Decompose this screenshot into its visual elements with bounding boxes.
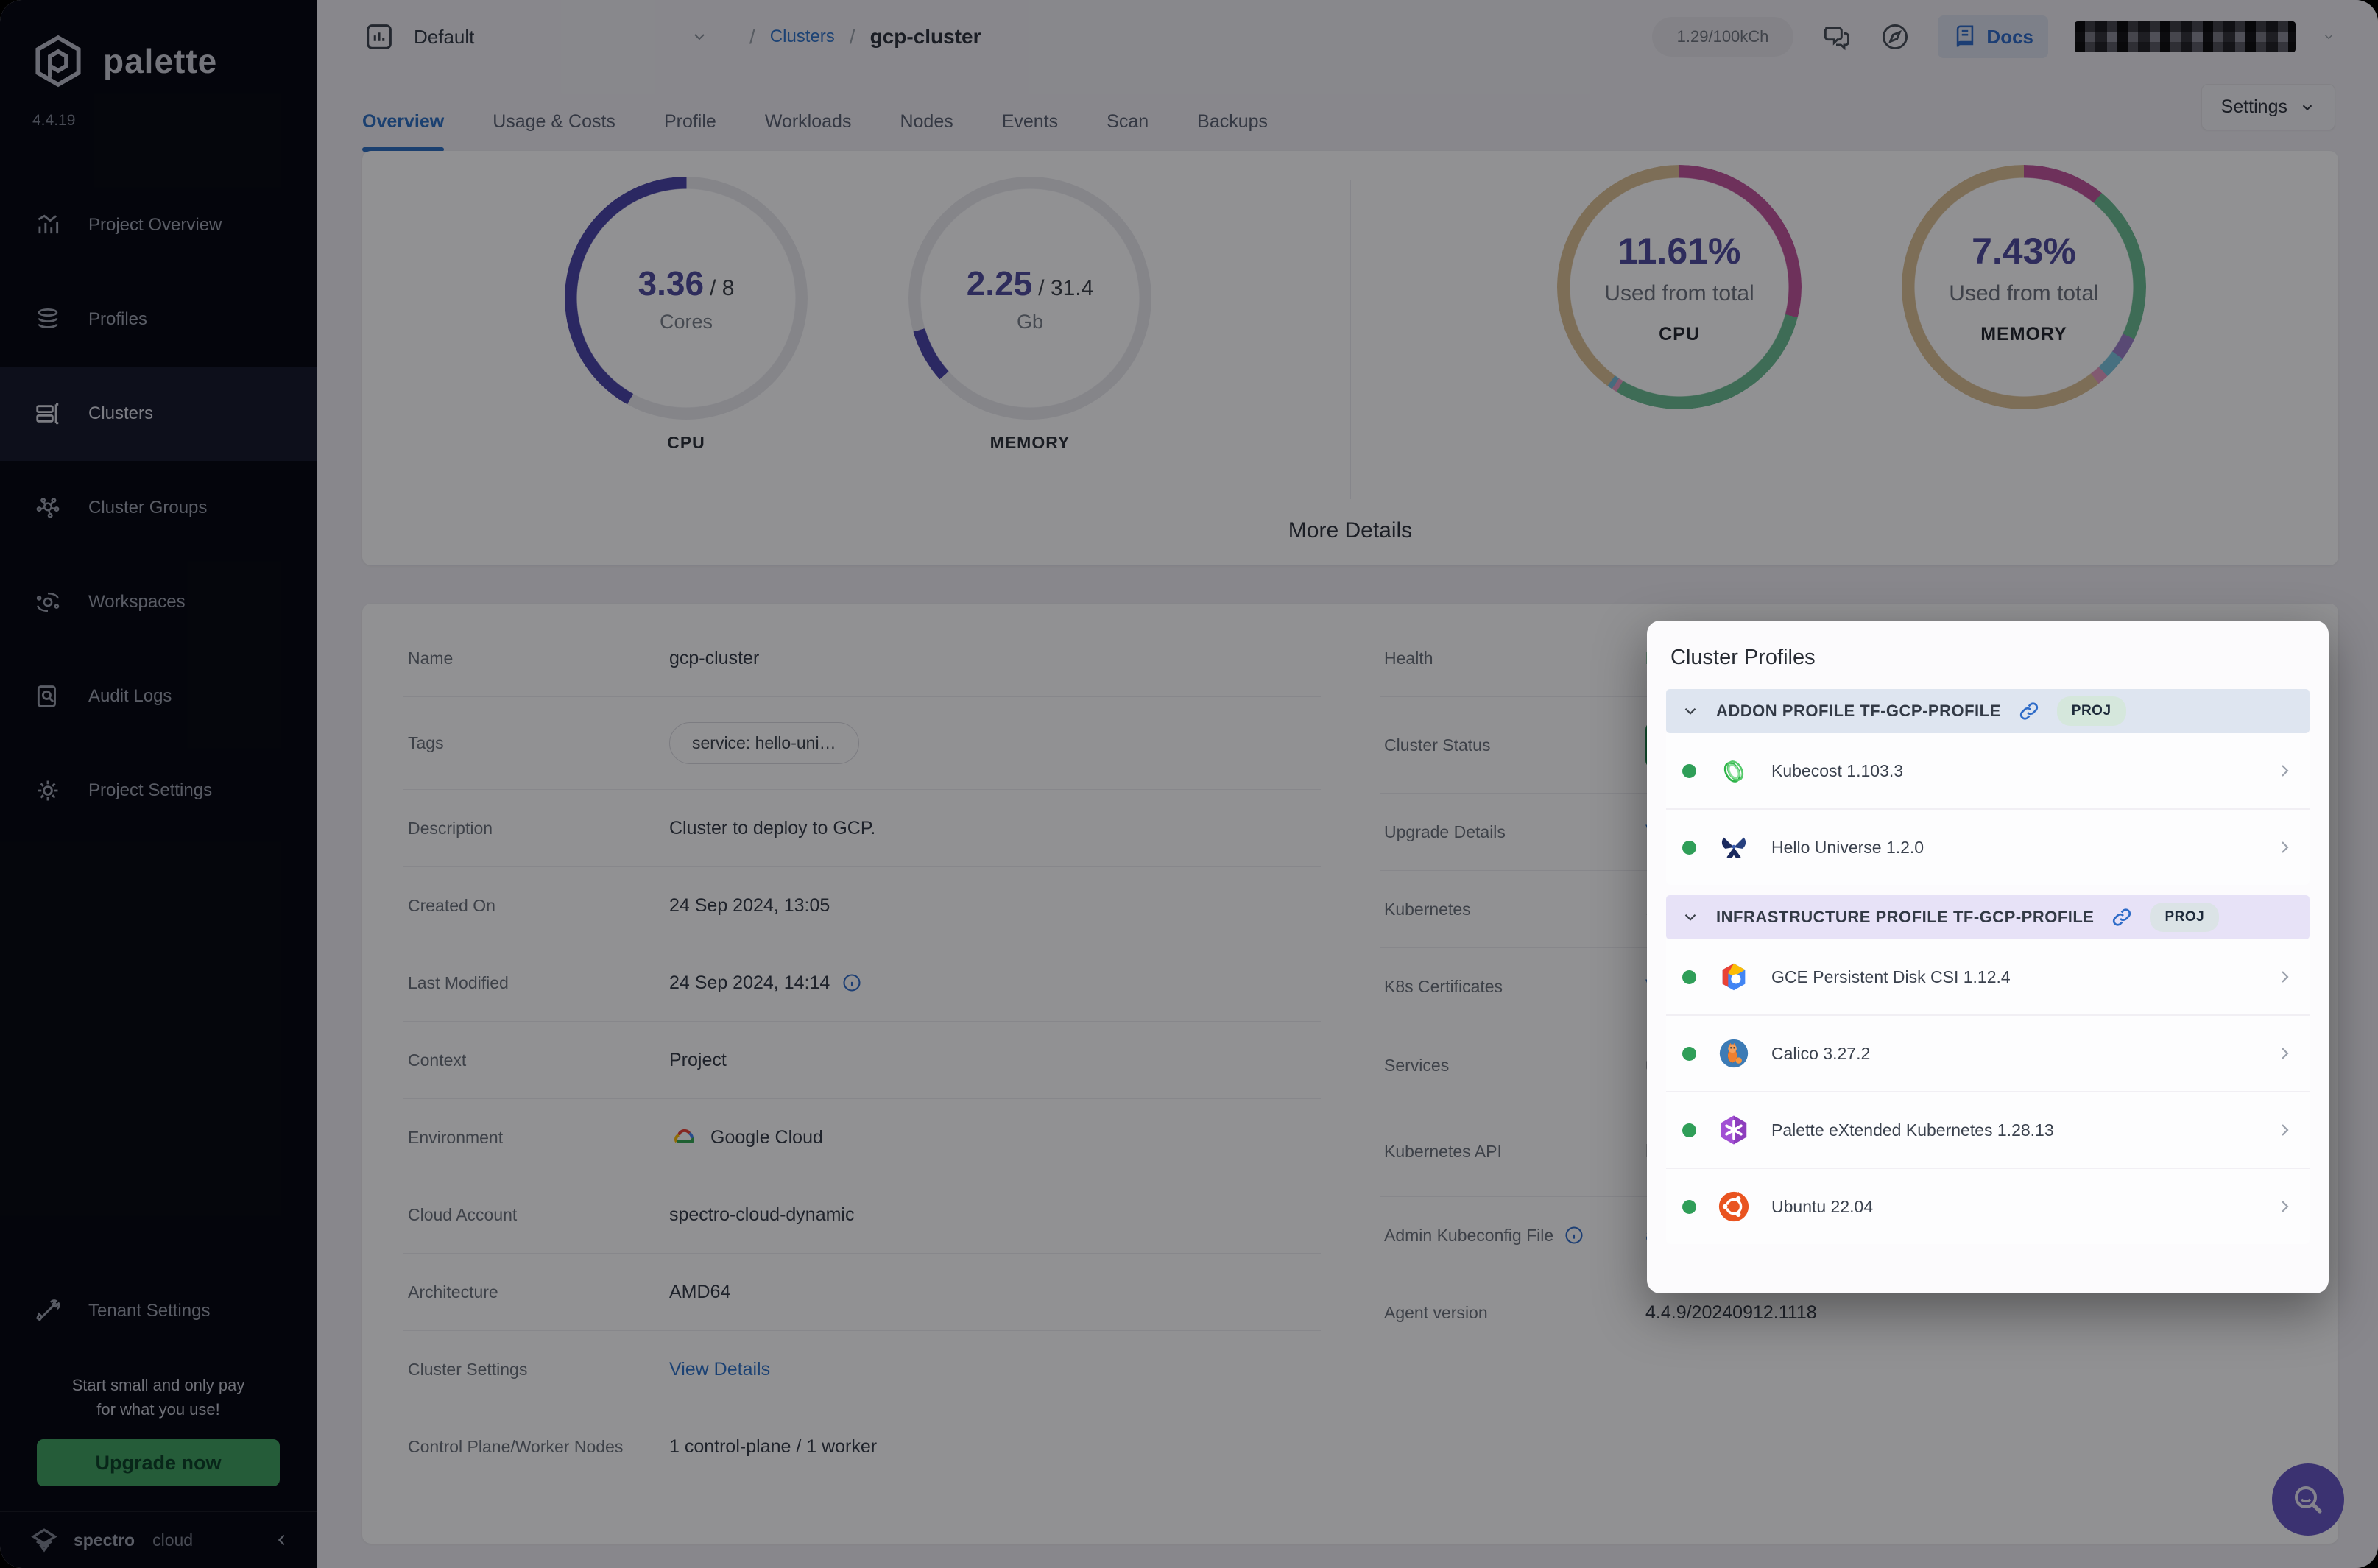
proj-badge: PROJ [2150, 903, 2220, 932]
pack-status-dot [1682, 1123, 1696, 1137]
infrastructure-profile-section: INFRASTRUCTURE PROFILE TF-GCP-PROFILE PR… [1666, 895, 2310, 1244]
addon-profile-header[interactable]: ADDON PROFILE TF-GCP-PROFILE PROJ [1666, 689, 2310, 733]
link-icon[interactable] [2017, 699, 2041, 723]
chevron-right-icon [2282, 971, 2289, 983]
ubuntu-icon [1718, 1191, 1749, 1222]
infrastructure-profile-header[interactable]: INFRASTRUCTURE PROFILE TF-GCP-PROFILE PR… [1666, 895, 2310, 939]
chevron-right-icon [2282, 1201, 2289, 1212]
pack-status-dot [1682, 1046, 1696, 1061]
infrastructure-profile-title: INFRASTRUCTURE PROFILE TF-GCP-PROFILE [1716, 908, 2095, 926]
addon-profile-section: ADDON PROFILE TF-GCP-PROFILE PROJ Kubeco… [1666, 689, 2310, 885]
proj-badge: PROJ [2056, 696, 2126, 726]
app-window: palette 4.4.19 Project Overview Profiles [0, 0, 2378, 1568]
gce-persistent-disk-icon [1722, 963, 1746, 991]
profile-pack-gce-pd-csi[interactable]: GCE Persistent Disk CSI 1.12.4 [1666, 939, 2310, 1016]
pack-status-dot [1682, 840, 1696, 855]
pack-status-dot [1682, 763, 1696, 778]
profile-pack-hello-universe[interactable]: Hello Universe 1.2.0 [1666, 810, 2310, 885]
palette-extended-kubernetes-icon [1721, 1115, 1747, 1145]
kubecost-icon [1723, 760, 1744, 783]
chevron-right-icon [2282, 841, 2289, 853]
profile-pack-palette-extended-k8s[interactable]: Palette eXtended Kubernetes 1.28.13 [1666, 1092, 2310, 1169]
profile-pack-ubuntu[interactable]: Ubuntu 22.04 [1666, 1169, 2310, 1244]
chevron-right-icon [2282, 1048, 2289, 1059]
pack-status-dot [1682, 970, 1696, 984]
chevron-right-icon [2282, 765, 2289, 777]
chevron-right-icon [2282, 1124, 2289, 1136]
chevron-down-icon[interactable] [1681, 702, 1700, 721]
cluster-profiles-panel: Cluster Profiles ADDON PROFILE TF-GCP-PR… [1647, 621, 2329, 1293]
profile-pack-calico[interactable]: Calico 3.27.2 [1666, 1016, 2310, 1092]
link-icon[interactable] [2110, 905, 2134, 929]
hello-universe-icon [1721, 837, 1746, 858]
calico-icon [1719, 1039, 1749, 1068]
addon-profile-title: ADDON PROFILE TF-GCP-PROFILE [1716, 702, 2001, 720]
panel-title: Cluster Profiles [1670, 646, 1816, 669]
chevron-down-icon[interactable] [1681, 908, 1700, 927]
profile-pack-kubecost[interactable]: Kubecost 1.103.3 [1666, 733, 2310, 810]
pack-status-dot [1682, 1199, 1696, 1214]
